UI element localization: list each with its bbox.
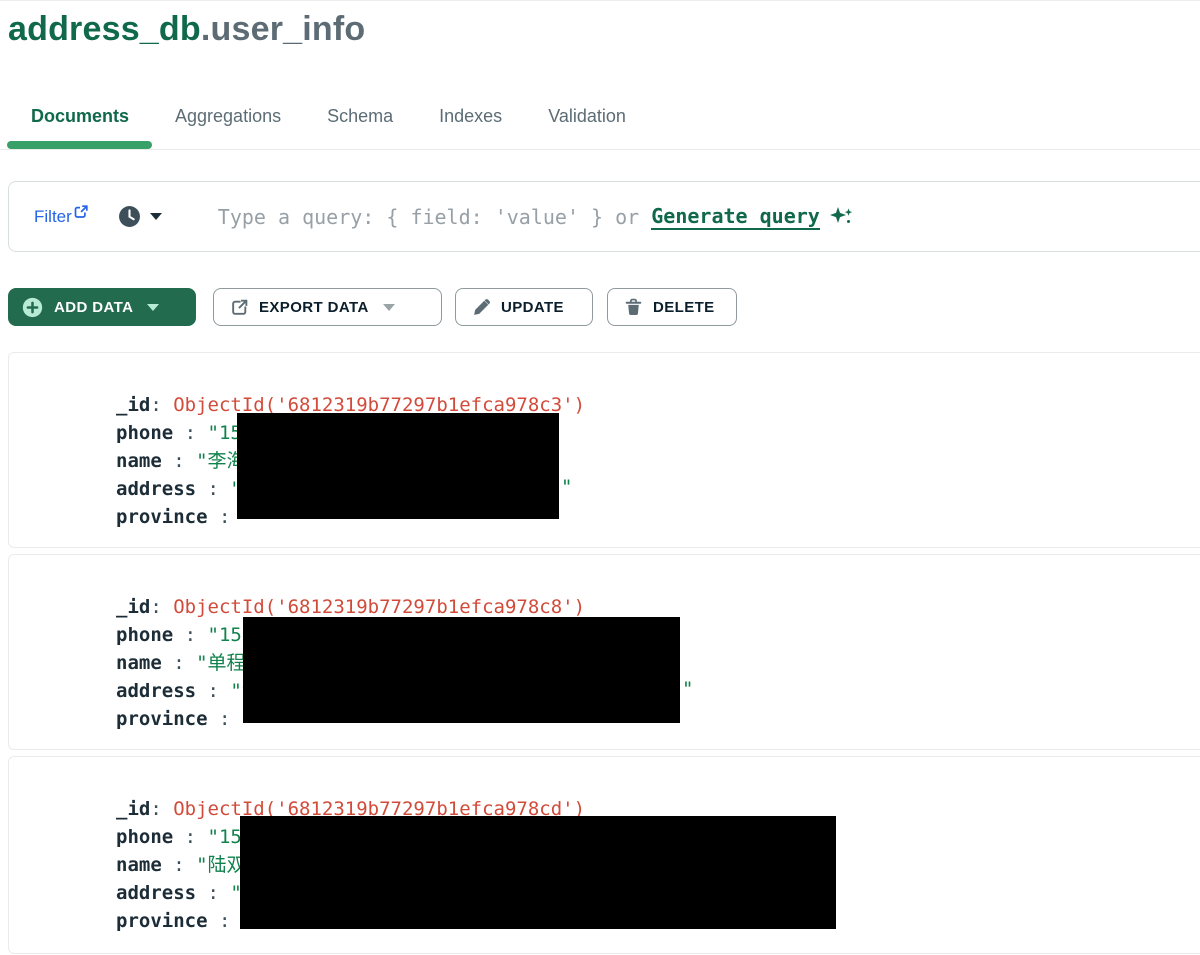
filter-link[interactable]: Filter (34, 207, 88, 227)
query-placeholder: Type a query: { field: 'value' } or (218, 205, 651, 229)
tab-indexes[interactable]: Indexes (416, 100, 525, 133)
plus-circle-icon (22, 297, 43, 318)
chevron-down-icon (147, 304, 159, 311)
redaction-box (237, 413, 559, 519)
external-link-icon (74, 205, 88, 219)
delete-button[interactable]: DELETE (607, 288, 737, 326)
filter-link-label: Filter (34, 207, 72, 227)
tab-documents[interactable]: Documents (8, 100, 152, 133)
tab-bar: Documents Aggregations Schema Indexes Va… (8, 100, 649, 133)
query-input[interactable]: Type a query: { field: 'value' } or Gene… (218, 204, 854, 230)
address-closing-quote: " (561, 473, 572, 501)
query-history-button[interactable] (118, 205, 162, 228)
export-icon (230, 298, 249, 317)
add-data-button[interactable]: ADD DATA (8, 288, 196, 326)
update-label: UPDATE (501, 299, 564, 316)
update-button[interactable]: UPDATE (455, 288, 593, 326)
query-bar: Filter Type a query: { field: 'value' } … (8, 181, 1200, 252)
document-card[interactable]: _id: ObjectId('6812319b77297b1efca978c3'… (8, 352, 1200, 548)
generate-query-link[interactable]: Generate query (651, 204, 820, 230)
page-title: address_db.user_info (8, 10, 365, 49)
objectid-value: ObjectId('6812319b77297b1efca978c8') (173, 596, 585, 618)
top-divider (0, 0, 1200, 1)
delete-label: DELETE (653, 299, 715, 316)
tab-aggregations[interactable]: Aggregations (152, 100, 304, 133)
address-closing-quote: " (682, 675, 693, 703)
document-content: _id: ObjectId('6812319b77297b1efca978c3'… (9, 353, 1200, 531)
document-card[interactable]: _id: ObjectId('6812319b77297b1efca978c8'… (8, 554, 1200, 750)
active-tab-indicator (7, 141, 152, 149)
tab-validation[interactable]: Validation (525, 100, 649, 133)
add-data-label: ADD DATA (54, 299, 133, 316)
redaction-box (243, 617, 680, 723)
chevron-down-icon (383, 304, 395, 311)
export-data-button[interactable]: EXPORT DATA (213, 288, 442, 326)
pencil-icon (472, 298, 491, 317)
clock-icon (118, 205, 141, 228)
compass-collection-view: address_db.user_info Documents Aggregati… (0, 0, 1200, 955)
namespace-separator: . (201, 10, 211, 48)
tab-bar-divider (0, 149, 1200, 150)
document-card[interactable]: _id: ObjectId('6812319b77297b1efca978cd'… (8, 756, 1200, 954)
export-data-label: EXPORT DATA (259, 299, 369, 316)
tab-schema[interactable]: Schema (304, 100, 416, 133)
sparkle-icon (828, 204, 854, 230)
chevron-down-icon (150, 213, 162, 220)
collection-name: user_info (211, 10, 366, 48)
trash-icon (624, 298, 643, 317)
redaction-box (240, 816, 836, 929)
database-name: address_db (8, 10, 201, 48)
